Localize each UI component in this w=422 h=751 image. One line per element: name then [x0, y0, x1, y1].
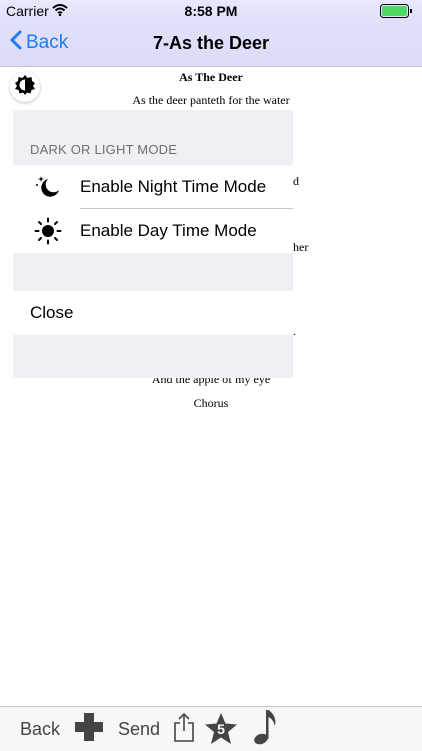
sun-icon	[30, 217, 66, 245]
night-mode-label: Enable Night Time Mode	[80, 177, 267, 196]
battery-icon	[380, 4, 414, 21]
send-label: Send	[118, 718, 161, 739]
share-button[interactable]	[173, 707, 195, 751]
navigation-bar: Back 7-As the Deer	[0, 22, 422, 67]
star-badge-icon: 5	[204, 712, 238, 746]
toolbar-back-label: Back	[20, 718, 61, 739]
section-header: DARK OR LIGHT MODE	[30, 142, 178, 157]
enable-day-mode-option[interactable]: Enable Day Time Mode	[13, 209, 293, 253]
status-bar: Carrier 8:58 PM	[0, 0, 422, 22]
plus-icon	[73, 711, 105, 748]
favorites-count: 5	[217, 721, 225, 737]
display-mode-popover: DARK OR LIGHT MODE Enable Night Time Mod…	[13, 110, 293, 378]
song-line-fragment: d	[293, 174, 299, 188]
favorites-button[interactable]: 5	[204, 707, 238, 751]
moon-stars-icon	[30, 173, 66, 201]
song-line-fragment: .	[293, 324, 296, 338]
share-icon	[173, 712, 195, 747]
song-title: As The Deer	[179, 70, 243, 84]
add-button[interactable]	[73, 707, 105, 751]
page-title: 7-As the Deer	[152, 33, 270, 53]
toolbar-back-button[interactable]: Back	[20, 707, 60, 751]
song-chorus-label: Chorus	[193, 396, 229, 410]
bottom-toolbar: Back Send 5	[0, 706, 422, 751]
close-group: Close	[13, 291, 293, 335]
enable-night-mode-option[interactable]: Enable Night Time Mode	[13, 165, 293, 209]
music-button[interactable]	[253, 707, 281, 751]
clock-time: 8:58 PM	[184, 3, 238, 19]
send-button[interactable]: Send	[118, 707, 160, 751]
music-note-icon	[253, 708, 281, 751]
song-line-fragment: her	[293, 240, 309, 254]
song-line: As the deer panteth for the water	[132, 93, 290, 107]
display-mode-button[interactable]	[10, 72, 40, 102]
brightness-icon	[14, 74, 36, 101]
close-button[interactable]: Close	[13, 291, 293, 335]
mode-options-group: Enable Night Time Mode Enable Day Time M…	[13, 165, 293, 253]
day-mode-label: Enable Day Time Mode	[80, 221, 257, 240]
